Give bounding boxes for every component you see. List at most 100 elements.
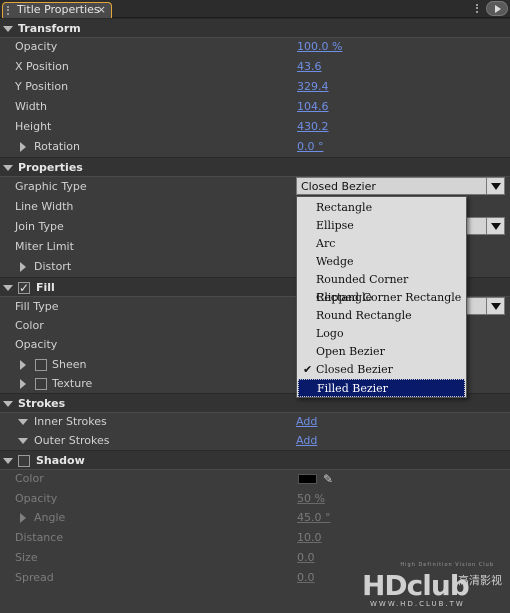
panel-grip-icon[interactable] [476,4,482,13]
menu-item-ellipse[interactable]: Ellipse [298,217,465,235]
shadow-checkbox[interactable] [18,455,30,467]
section-label: Strokes [18,397,66,410]
opacity-label: Opacity [15,40,58,53]
menu-item-label: Closed Bezier [316,363,393,376]
shadow-size-label: Size [15,551,38,564]
menu-item-round-rectangle[interactable]: Round Rectangle [298,307,465,325]
section-properties[interactable]: Properties [0,157,510,177]
row-width: Width 104.6 [0,97,510,117]
width-label: Width [15,100,47,113]
eyedropper-icon[interactable]: ✎ [323,469,333,489]
chevron-down-icon [491,183,501,190]
watermark-cn-text: 高清影视 [458,574,502,587]
fill-checkbox[interactable] [18,278,30,298]
rotation-value[interactable]: 0.0 ° [297,137,324,157]
shadow-opacity-label: Opacity [15,492,58,505]
x-position-label: X Position [15,60,69,73]
row-shadow-opacity: Opacity 50 % [0,489,510,509]
row-shadow-distance: Distance 10.0 [0,528,510,548]
shadow-angle-value[interactable]: 45.0 ° [297,508,331,528]
menu-item-open-bezier[interactable]: Open Bezier [298,343,465,361]
row-rotation: Rotation 0.0 ° [0,137,510,157]
expand-icon[interactable] [3,165,13,171]
close-icon[interactable]: × [97,3,106,17]
menu-item-logo[interactable]: Logo [298,325,465,343]
shadow-size-value[interactable]: 0.0 [297,548,315,568]
shadow-spread-value[interactable]: 0.0 [297,568,315,588]
line-width-label: Line Width [15,200,74,213]
graphic-type-dropdown[interactable]: Closed Bezier [296,177,505,195]
width-value[interactable]: 104.6 [297,97,329,117]
row-opacity: Opacity 100.0 % [0,37,510,57]
expand-outer-strokes-icon[interactable] [18,438,28,444]
menu-item-wedge[interactable]: Wedge [298,253,465,271]
row-height: Height 430.2 [0,117,510,137]
dropdown-button[interactable] [486,178,504,194]
chevron-down-icon [491,223,501,230]
row-graphic-type: Graphic Type Closed Bezier [0,177,510,197]
x-position-value[interactable]: 43.6 [297,57,322,77]
watermark-url: WWW.HD.CLUB.TW [370,600,465,608]
row-inner-strokes: Inner Strokes Add [0,412,510,432]
fill-color-label: Color [15,319,44,332]
dropdown-button[interactable] [486,218,504,234]
miter-limit-label: Miter Limit [15,240,74,253]
tab-grip-icon[interactable] [7,6,13,15]
texture-label: Texture [52,377,93,390]
height-label: Height [15,120,52,133]
menu-item-rounded-corner-rectangle[interactable]: Rounded Corner Rectangle [298,271,465,304]
shadow-color-label: Color [15,472,44,485]
row-outer-strokes: Outer Strokes Add [0,431,510,451]
dropdown-button[interactable] [486,298,504,314]
fill-opacity-label: Opacity [15,338,58,351]
expand-distort-icon[interactable] [20,262,26,272]
y-position-label: Y Position [15,80,69,93]
tab-title: Title Properties [17,3,100,16]
texture-checkbox[interactable] [35,378,47,390]
row-shadow-angle: Angle 45.0 ° [0,508,510,528]
shadow-opacity-value[interactable]: 50 % [297,489,325,509]
expand-icon[interactable] [3,26,13,32]
shadow-color-swatch[interactable] [298,474,317,484]
graphic-type-value: Closed Bezier [301,180,376,193]
menu-item-closed-bezier[interactable]: ✔ Closed Bezier [298,361,465,379]
row-x-position: X Position 43.6 [0,57,510,77]
graphic-type-menu: Rectangle Ellipse Arc Wedge Rounded Corn… [296,196,467,398]
chevron-down-icon [491,303,501,310]
opacity-value[interactable]: 100.0 % [297,37,342,57]
section-label: Transform [18,22,81,35]
row-y-position: Y Position 329.4 [0,77,510,97]
section-label: Shadow [36,454,85,467]
graphic-type-label: Graphic Type [15,180,87,193]
watermark-logo-text: HDclub [362,569,470,602]
expand-icon[interactable] [3,458,13,464]
shadow-angle-label: Angle [34,511,66,524]
menu-item-clipped-corner-rectangle[interactable]: Clipped Corner Rectangle [298,289,465,307]
section-shadow[interactable]: Shadow [0,450,510,470]
panel-menu-button[interactable] [486,1,508,16]
distort-label: Distort [34,260,72,273]
add-inner-stroke-button[interactable]: Add [296,412,317,432]
menu-item-rectangle[interactable]: Rectangle [298,199,465,217]
section-transform[interactable]: Transform [0,18,510,38]
expand-icon[interactable] [3,285,13,291]
checkmark-icon: ✔ [303,363,313,376]
expand-sheen-icon[interactable] [20,360,26,370]
section-label: Fill [36,281,55,294]
expand-inner-strokes-icon[interactable] [18,419,28,425]
y-position-value[interactable]: 329.4 [297,77,329,97]
sheen-label: Sheen [52,358,87,371]
shadow-spread-label: Spread [15,571,54,584]
row-shadow-color: Color ✎ [0,469,510,489]
shadow-distance-value[interactable]: 10.0 [297,528,322,548]
expand-icon[interactable] [3,401,13,407]
menu-item-filled-bezier[interactable]: Filled Bezier [298,379,465,397]
height-value[interactable]: 430.2 [297,117,329,137]
tab-title-properties[interactable]: Title Properties × [2,2,112,18]
expand-texture-icon[interactable] [20,379,26,389]
sheen-checkbox[interactable] [35,359,47,371]
menu-item-arc[interactable]: Arc [298,235,465,253]
add-outer-stroke-button[interactable]: Add [296,431,317,451]
expand-angle-icon[interactable] [20,513,26,523]
expand-rotation-icon[interactable] [20,142,26,152]
